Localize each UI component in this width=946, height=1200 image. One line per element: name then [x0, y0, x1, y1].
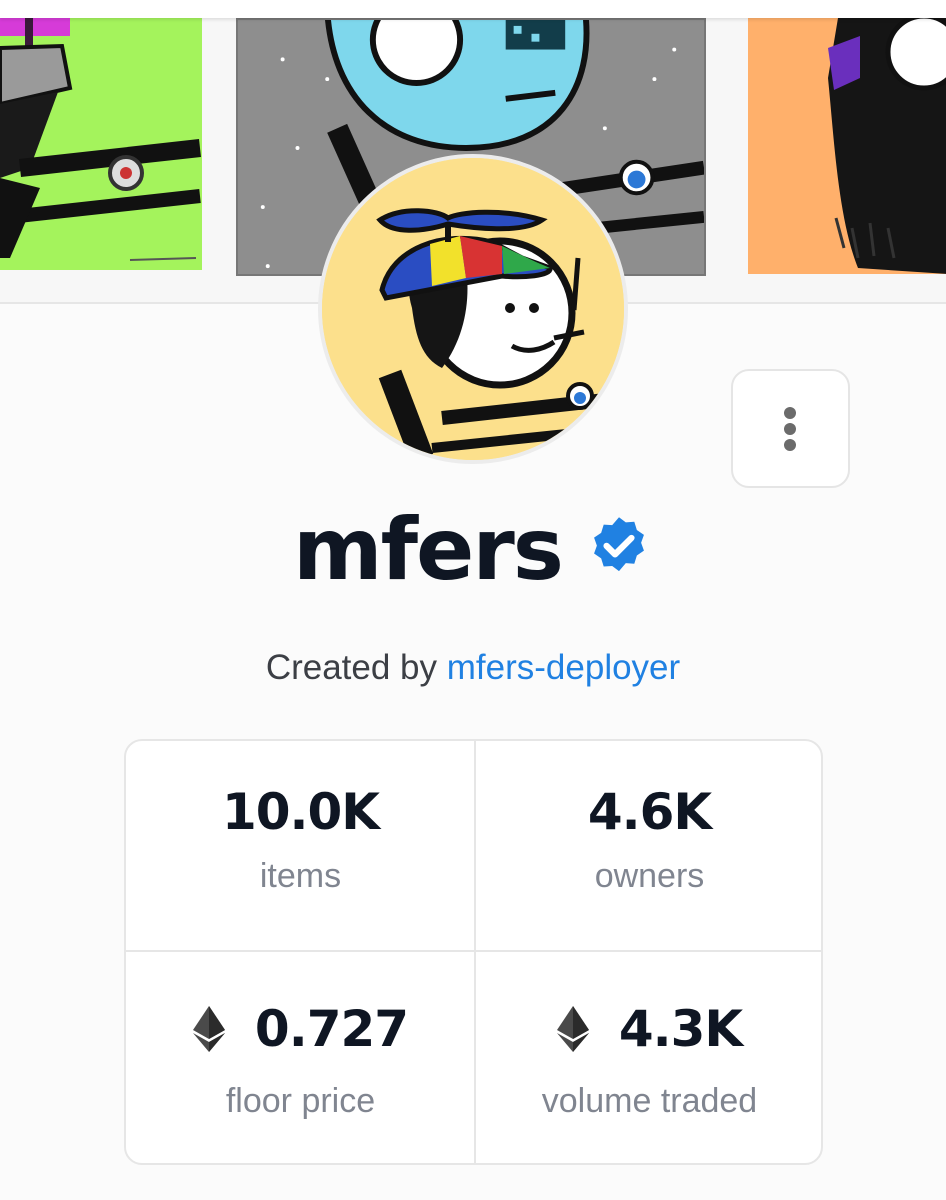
stat-volume-traded[interactable]: 4.3K volume traded	[475, 952, 821, 1163]
stat-items[interactable]: 10.0K items	[126, 741, 475, 952]
ethereum-icon	[556, 1006, 589, 1052]
stat-floor-price-value: 0.727	[254, 1000, 409, 1058]
stat-floor-price[interactable]: 0.727 floor price	[126, 952, 475, 1163]
stat-owners-value: 4.6K	[587, 783, 712, 841]
banner-nft-image-1[interactable]	[0, 18, 202, 270]
stat-floor-price-label: floor price	[225, 1082, 376, 1120]
creator-link[interactable]: mfers-deployer	[447, 648, 680, 687]
stat-items-value: 10.0K	[221, 783, 380, 841]
top-bar	[0, 0, 946, 18]
stat-owners[interactable]: 4.6K owners	[475, 741, 821, 952]
stat-volume-traded-row: 4.3K	[475, 998, 821, 1060]
verified-badge-icon	[594, 517, 644, 572]
creator-line: Created by mfers-deployer	[0, 648, 946, 688]
collection-header: mfers	[0, 500, 946, 600]
creator-prefix: Created by	[265, 648, 438, 687]
stat-volume-traded-value: 4.3K	[618, 1000, 743, 1058]
ethereum-icon	[192, 1006, 225, 1052]
stat-volume-traded-label: volume traded	[541, 1082, 758, 1120]
banner-nft-image-3[interactable]	[748, 18, 946, 274]
stat-floor-price-row: 0.727	[126, 998, 475, 1060]
collection-stats: 10.0K items 4.6K owners 0.727 floor pric…	[124, 739, 823, 1165]
stat-owners-label: owners	[594, 857, 705, 895]
stat-items-label: items	[259, 857, 342, 895]
collection-avatar	[318, 154, 628, 464]
collection-title: mfers	[292, 500, 564, 600]
more-options-button[interactable]	[731, 369, 850, 488]
